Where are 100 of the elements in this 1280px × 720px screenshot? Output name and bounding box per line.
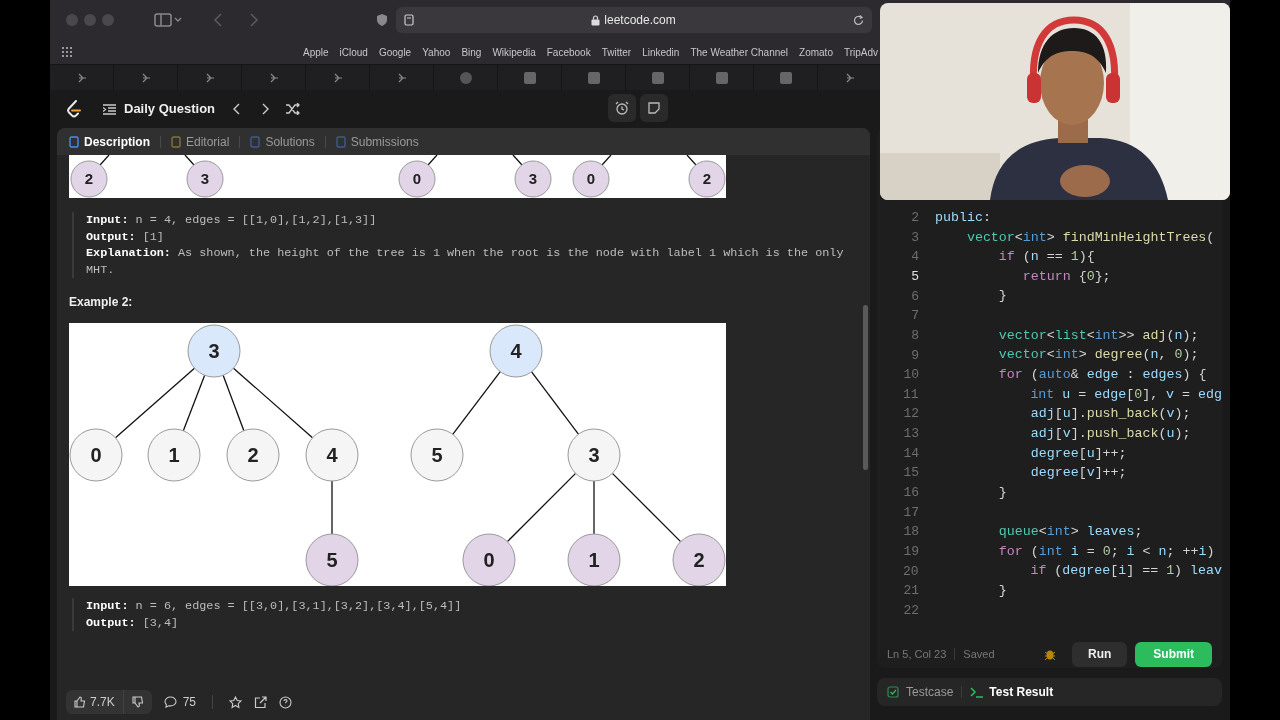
line-number: 20 [902, 562, 919, 581]
note-button[interactable] [640, 94, 668, 122]
logo-icon[interactable] [66, 100, 82, 118]
tree-edge [99, 155, 110, 166]
tab-favicon-icon[interactable] [587, 72, 600, 84]
next-icon[interactable] [262, 103, 270, 115]
bookmark-link[interactable]: Facebook [546, 44, 591, 60]
comments-button[interactable]: 75 [163, 693, 197, 711]
tree-node: 3 [514, 160, 552, 198]
tree-edge [184, 155, 195, 166]
bookmark-link[interactable]: Linkedin [642, 44, 680, 60]
tree-node: 0 [572, 160, 610, 198]
grid-icon[interactable] [62, 47, 72, 57]
panel-tab[interactable]: Submissions [331, 132, 423, 151]
bookmark-link[interactable]: The Weather Channel [690, 44, 789, 60]
line-number: 8 [910, 326, 919, 345]
previous-icon[interactable] [233, 103, 241, 115]
bookmark-link[interactable]: TripAdv [843, 44, 879, 60]
tree-node: 5 [305, 533, 359, 586]
code-line: degree[u]++; [1029, 444, 1127, 463]
line-number: 14 [902, 444, 919, 463]
cursor-position: Ln 5, Col 23 [887, 646, 947, 662]
tree-edge [601, 155, 612, 166]
tab-icon [69, 135, 79, 148]
note-icon [648, 102, 660, 114]
bookmark-link[interactable]: Apple [303, 44, 329, 60]
scrollbar-thumb[interactable] [863, 305, 868, 470]
example-heading: Example 2: [69, 294, 134, 311]
tree-edge [530, 371, 580, 435]
tab-favicon-icon[interactable] [779, 72, 792, 84]
code-line: if (n == 1){ [997, 248, 1095, 267]
line-number: 15 [902, 464, 919, 483]
tree-node: 4 [305, 428, 359, 482]
line-number: 22 [902, 601, 919, 620]
star-icon[interactable] [229, 695, 243, 709]
shuffle-icon[interactable] [286, 103, 301, 115]
tab-icon [171, 135, 181, 148]
code-line: degree[v]++; [1029, 464, 1127, 483]
tab-icon [335, 135, 346, 148]
line-number: 10 [902, 366, 919, 385]
tree-edge [593, 480, 595, 535]
share-icon[interactable] [254, 695, 268, 709]
line-number: 4 [910, 248, 919, 267]
lock-icon [591, 14, 601, 26]
bookmark-link[interactable]: Twitter [601, 44, 632, 60]
panel-tab[interactable]: Solutions [246, 132, 319, 151]
code-line: adj[v].push_back(u); [1029, 424, 1191, 443]
tab-favicon-icon[interactable] [651, 72, 664, 84]
bookmark-link[interactable]: Wikipedia [492, 44, 536, 60]
tree-node: 3 [187, 324, 241, 378]
console-tab[interactable]: Test Result [970, 683, 1054, 701]
bookmark-link[interactable]: Yahoo [422, 44, 451, 60]
bookmark-link[interactable]: iCloud [339, 44, 368, 60]
problem-list-title[interactable]: Daily Question [124, 99, 216, 119]
console-tab[interactable]: Testcase [887, 683, 954, 701]
thumbs-down-icon [131, 696, 144, 708]
line-number: 7 [910, 307, 919, 326]
tree-node: 5 [410, 428, 464, 482]
reload-icon[interactable] [853, 14, 864, 26]
code-line: return {0}; [1021, 267, 1111, 286]
run-button[interactable]: Run [1072, 641, 1128, 667]
code-line: public: [935, 208, 991, 227]
alarm-icon [615, 101, 629, 115]
tree-edge [506, 472, 577, 543]
line-number: 21 [902, 582, 919, 601]
panel-tab[interactable]: Description [65, 132, 154, 151]
code-line: for (auto& edge : edges) { [997, 366, 1207, 384]
line-number: 11 [902, 385, 919, 404]
address-bar[interactable]: leetcode.com [396, 7, 872, 33]
tree-edge [452, 371, 501, 435]
thumbs-up-icon [74, 696, 86, 708]
line-number: 12 [902, 405, 919, 424]
code-line: vector<list<int>> adj(n); [997, 326, 1199, 345]
line-number: 16 [902, 484, 919, 503]
line-number: 13 [902, 425, 919, 444]
tree-edge [686, 155, 697, 166]
alarm-button[interactable] [608, 94, 636, 122]
line-number: 5 [910, 268, 919, 286]
tab-favicon-icon[interactable] [523, 72, 536, 84]
line-number: 17 [902, 503, 919, 522]
tree-node: 3 [186, 160, 224, 198]
code-line: vector<int> findMinHeightTrees( [965, 228, 1215, 247]
panel-tab[interactable]: Editorial [167, 132, 234, 151]
code-line: if (degree[i] == 1) leav [1029, 562, 1222, 581]
sidebar-icon[interactable] [154, 13, 182, 27]
shield-icon[interactable] [376, 13, 388, 27]
tree-node: 2 [70, 160, 108, 198]
bookmark-link[interactable]: Zomato [799, 44, 833, 60]
example-text: Output: [1] [86, 228, 165, 245]
list-icon[interactable] [103, 103, 116, 115]
tree-edge [427, 155, 438, 166]
save-status: Saved [963, 646, 995, 662]
bookmark-link[interactable]: Google [378, 44, 412, 60]
help-icon[interactable] [279, 695, 293, 709]
bookmark-link[interactable]: Bing [461, 44, 482, 60]
tab-favicon-icon[interactable] [715, 72, 728, 84]
tree-edge [611, 472, 682, 543]
tree-node: 1 [147, 428, 201, 482]
tree-node: 2 [226, 428, 280, 482]
tree-node: 2 [672, 533, 726, 586]
